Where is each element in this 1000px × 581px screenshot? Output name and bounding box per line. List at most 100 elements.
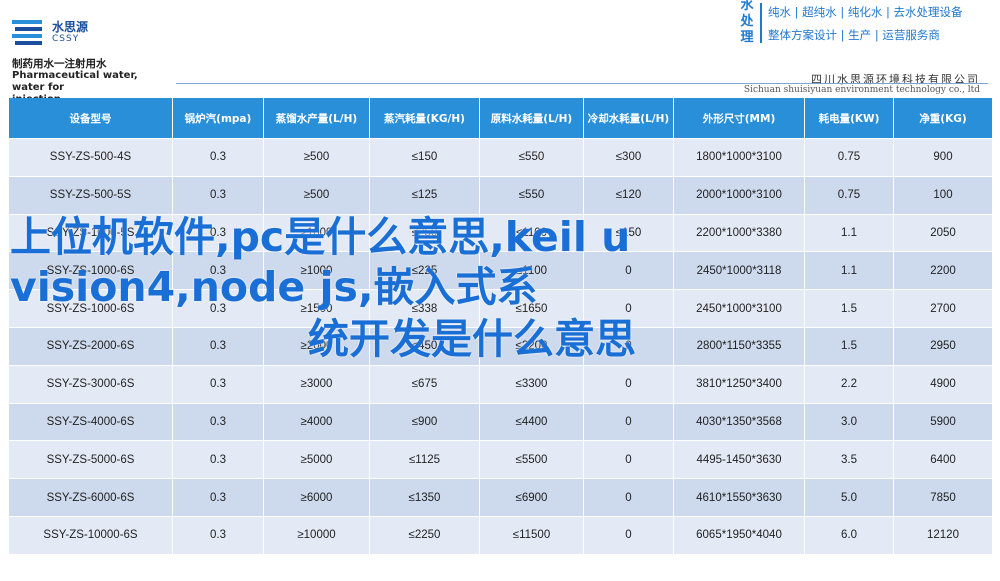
- table-cell: ≤150: [369, 138, 480, 177]
- table-row: SSY-ZS-3000-6S 0.3 ≥3000 ≤675 ≤3300 0 3810*125…: [8, 364, 993, 404]
- table-cell: 0.3: [172, 478, 264, 517]
- table-cell: ≤125: [369, 175, 480, 215]
- table-cell: 2450*1000*3118: [673, 251, 805, 290]
- table-cell: ≤550: [479, 138, 584, 177]
- brand-vertical-text: 水 处 理: [738, 0, 756, 44]
- brand-char: 处: [740, 14, 754, 29]
- table-cell: SSY-ZS-4000-6S: [8, 402, 173, 441]
- column-header: 外形尺寸(MM): [673, 98, 805, 139]
- table-cell: 0.75: [804, 138, 894, 177]
- table-cell: ≥2000: [263, 326, 370, 366]
- table-cell: ≤1650: [479, 289, 584, 328]
- table-cell: 900: [893, 138, 993, 177]
- table-cell: ≤300: [583, 138, 674, 177]
- table-cell: ≥10000: [263, 515, 370, 554]
- column-header: 原料水耗量(L/H): [479, 98, 584, 139]
- table-row: SSY-ZS-5000-6S 0.3 ≥5000 ≤1125 ≤5500 0 4495-14…: [8, 440, 993, 479]
- table-cell: 7850: [893, 478, 993, 517]
- table-row: SSY-ZS-10000-6S 0.3 ≥10000 ≤2250 ≤11500 0 6065…: [8, 515, 993, 554]
- table-cell: 0.3: [172, 138, 264, 177]
- column-header: 净重(KG): [893, 98, 993, 139]
- table-cell: 2950: [893, 326, 993, 366]
- table-cell: 1.1: [804, 213, 894, 252]
- table-cell: 1800*1000*3100: [673, 138, 805, 177]
- table-cell: 0.3: [172, 175, 264, 215]
- table-cell: 0: [583, 364, 674, 404]
- product-title-en-1: Pharmaceutical water, water for: [12, 70, 138, 93]
- table-cell: 0.3: [172, 326, 264, 366]
- table-cell: SSY-ZS-6000-6S: [8, 478, 173, 517]
- table-cell: ≤1125: [369, 440, 480, 479]
- table-row: SSY-ZS-4000-6S 0.3 ≥4000 ≤900 ≤4400 0 4030*135…: [8, 402, 993, 441]
- table-cell: 0.3: [172, 289, 264, 328]
- table-row: SSY-ZS-1000-5S 0.3 ≥1000 ≤250 ≤1100 ≤150 2200*…: [8, 213, 993, 252]
- table-cell: 0.3: [172, 402, 264, 441]
- table-cell: SSY-ZS-1000-6S: [8, 289, 173, 328]
- table-cell: ≥1000: [263, 251, 370, 290]
- table-header-row: 设备型号 锅炉汽(mpa) 蒸馏水产量(L/H) 蒸汽耗量(KG/H) 原料水耗量(L/…: [8, 98, 993, 139]
- table-row: SSY-ZS-6000-6S 0.3 ≥6000 ≤1350 ≤6900 0 4610*15…: [8, 478, 993, 517]
- table-cell: ≤3300: [479, 364, 584, 404]
- table-cell: 2.2: [804, 364, 894, 404]
- table-cell: ≤5500: [479, 440, 584, 479]
- brand-char: 水: [740, 0, 754, 13]
- table-cell: ≤1100: [479, 213, 584, 252]
- table-cell: 5.0: [804, 478, 894, 517]
- table-cell: ≤338: [369, 289, 480, 328]
- table-cell: ≤450: [369, 326, 480, 366]
- table-cell: 100: [893, 175, 993, 215]
- logo-mark-icon: [12, 20, 42, 45]
- table-cell: 6065*1950*4040: [673, 515, 805, 554]
- table-cell: 1.5: [804, 326, 894, 366]
- table-cell: 12120: [893, 515, 993, 554]
- table-cell: ≥500: [263, 138, 370, 177]
- table-cell: 0.3: [172, 364, 264, 404]
- table-cell: 4495-1450*3630: [673, 440, 805, 479]
- column-header: 冷却水耗量(L/H): [583, 98, 674, 139]
- table-cell: ≥5000: [263, 440, 370, 479]
- table-cell: 2000*1000*3100: [673, 175, 805, 215]
- table-cell: ≤1350: [369, 478, 480, 517]
- spec-table: 设备型号 锅炉汽(mpa) 蒸馏水产量(L/H) 蒸汽耗量(KG/H) 原料水耗量(L/…: [8, 98, 993, 554]
- table-cell: ≤225: [369, 251, 480, 290]
- table-cell: 3810*1250*3400: [673, 364, 805, 404]
- table-cell: 0: [583, 478, 674, 517]
- table-cell: 3.5: [804, 440, 894, 479]
- table-cell: 0.3: [172, 515, 264, 554]
- logo-text-cn: 水思源: [52, 20, 89, 34]
- table-cell: ≤250: [369, 213, 480, 252]
- table-cell: 6400: [893, 440, 993, 479]
- table-cell: SSY-ZS-1000-5S: [8, 213, 173, 252]
- company-name-en: Sichuan shuisiyuan environment technolog…: [743, 85, 980, 95]
- table-cell: ≤675: [369, 364, 480, 404]
- table-cell: 2800*1150*3355: [673, 326, 805, 366]
- table-cell: 4610*1550*3630: [673, 478, 805, 517]
- column-header: 耗电量(KW): [804, 98, 894, 139]
- spec-sheet: 制药用水一注射用水 Pharmaceutical water, water fo…: [8, 55, 993, 575]
- table-cell: ≤1100: [479, 251, 584, 290]
- company-divider: [176, 83, 988, 84]
- table-cell: 0: [583, 515, 674, 554]
- table-cell: 0: [583, 402, 674, 441]
- table-cell: 3.0: [804, 402, 894, 441]
- table-cell: 0: [583, 326, 674, 366]
- table-cell: SSY-ZS-2000-6S: [8, 326, 173, 366]
- product-title: 制药用水一注射用水 Pharmaceutical water, water fo…: [8, 55, 173, 105]
- table-row: SSY-ZS-1000-6S 0.3 ≥1500 ≤338 ≤1650 0 2450*100…: [8, 289, 993, 328]
- company-logo: 水思源 CSSY: [12, 16, 132, 48]
- table-cell: ≤900: [369, 402, 480, 441]
- table-cell: ≤6900: [479, 478, 584, 517]
- table-cell: 1.1: [804, 251, 894, 290]
- table-cell: ≥1000: [263, 213, 370, 252]
- table-cell: SSY-ZS-500-4S: [8, 138, 173, 177]
- table-cell: ≥4000: [263, 402, 370, 441]
- table-cell: 6.0: [804, 515, 894, 554]
- top-banner: 水思源 CSSY 水 处 理 纯水 | 超纯水 | 纯化水 | 去水处理设备 整…: [0, 0, 1000, 55]
- brand-slogan: 水 处 理 纯水 | 超纯水 | 纯化水 | 去水处理设备 整体方案设计 | 生…: [736, 0, 1000, 48]
- table-cell: 5900: [893, 402, 993, 441]
- column-header: 蒸馏水产量(L/H): [263, 98, 370, 139]
- table-row: SSY-ZS-500-5S 0.3 ≥500 ≤125 ≤550 ≤120 2000*100…: [8, 175, 993, 215]
- table-cell: 0.3: [172, 213, 264, 252]
- table-row: SSY-ZS-1000-6S 0.3 ≥1000 ≤225 ≤1100 0 2450*100…: [8, 251, 993, 290]
- table-cell: ≤2250: [369, 515, 480, 554]
